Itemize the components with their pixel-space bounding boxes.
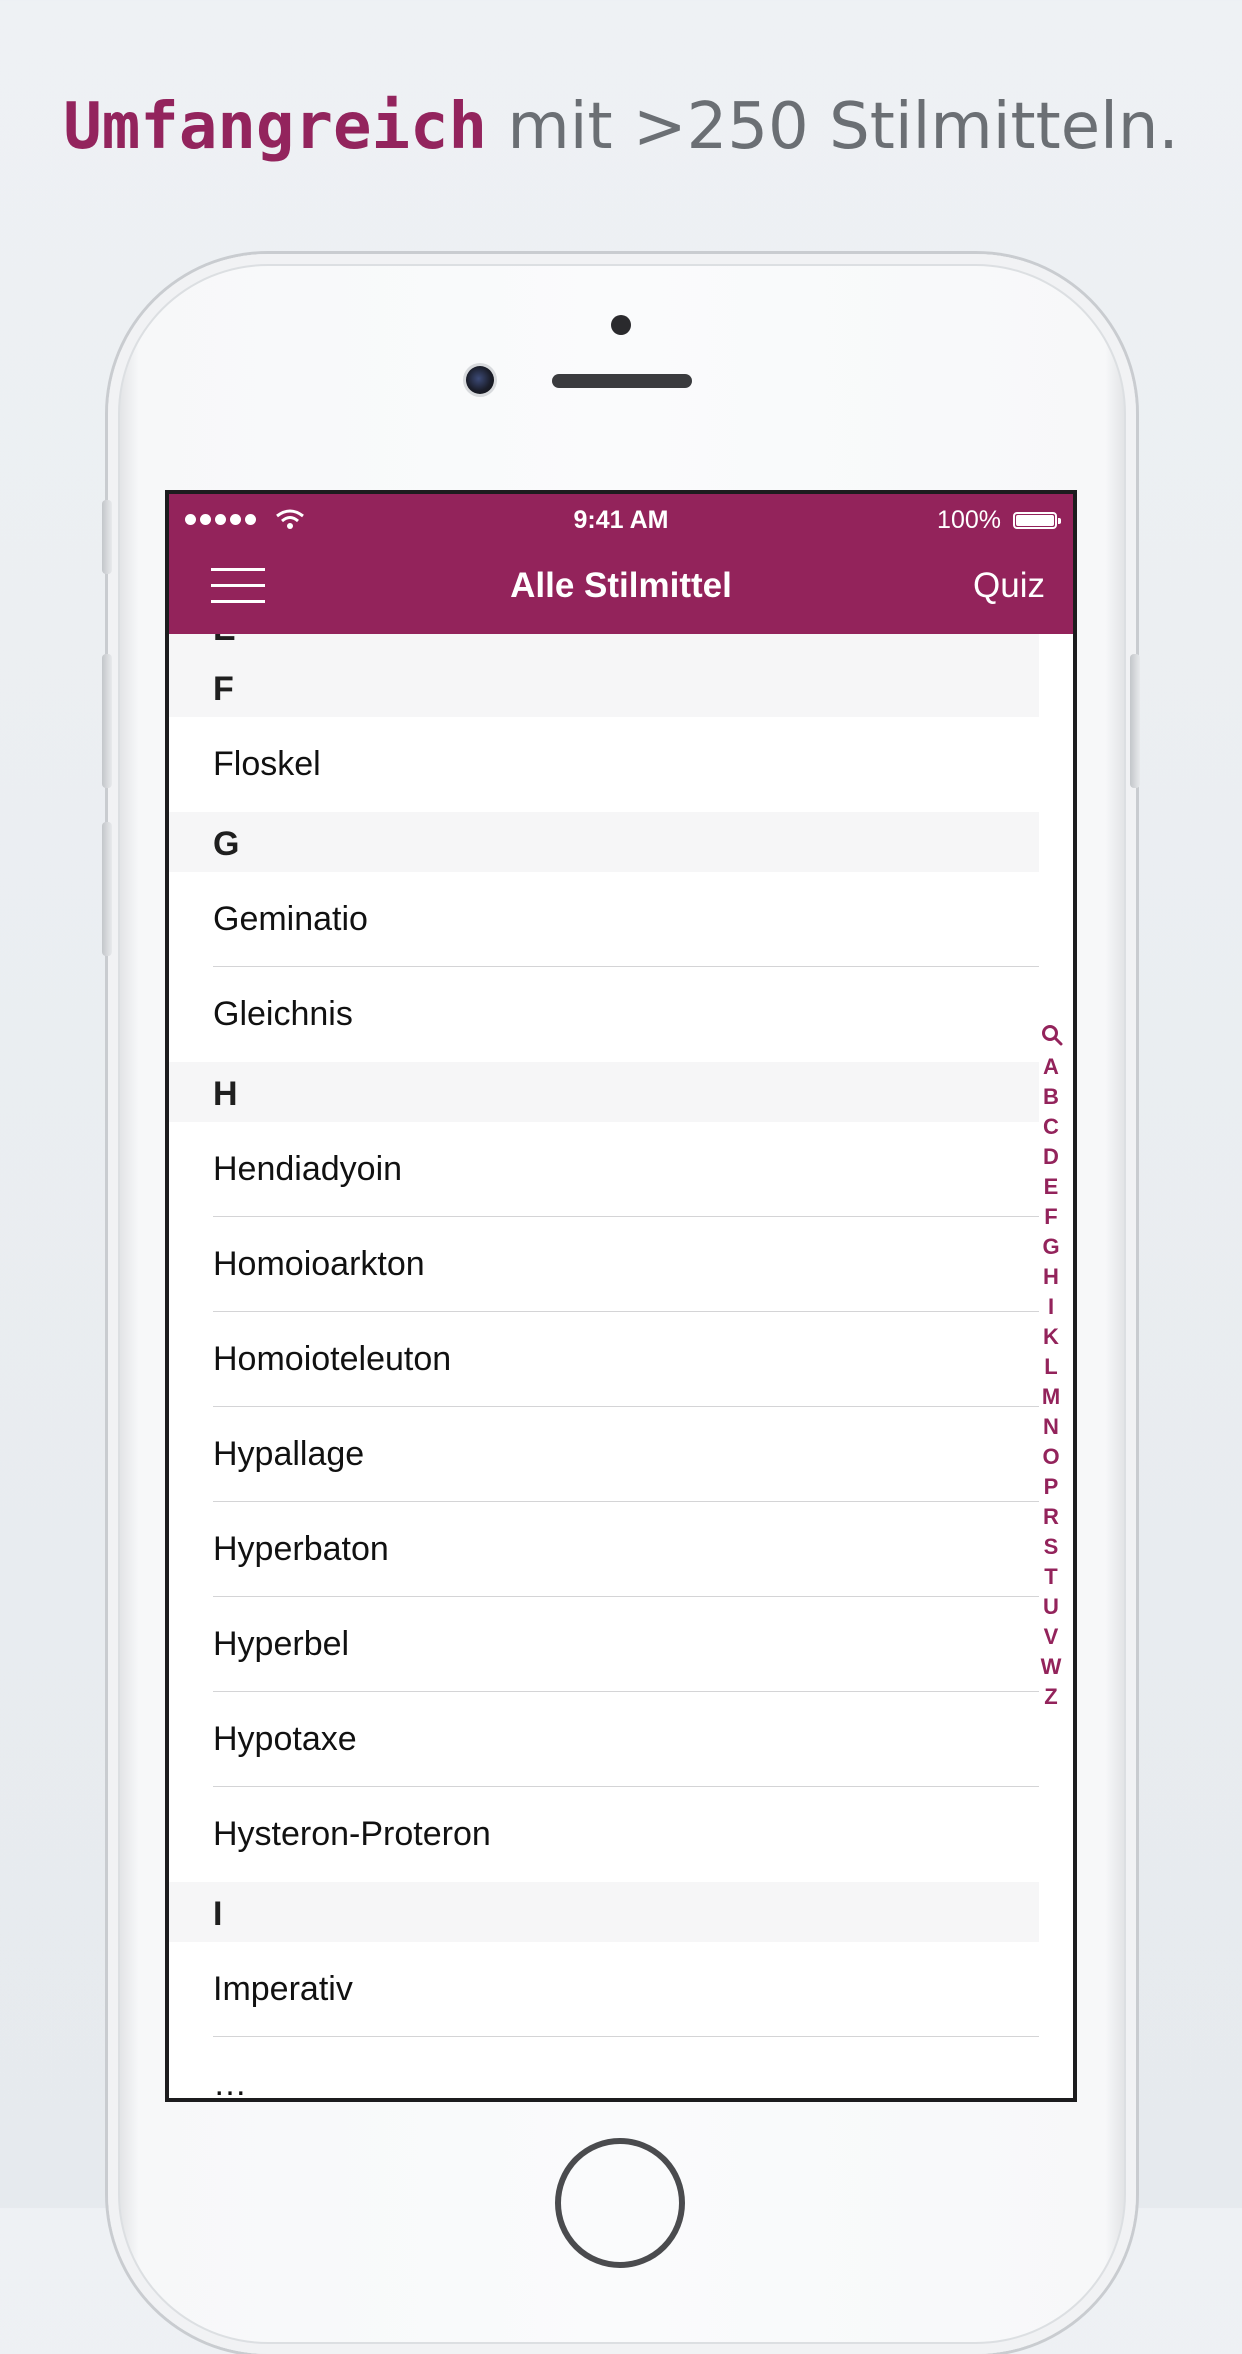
list-item[interactable]: Hendiadyoin [169,1122,1039,1217]
section-letter: E [213,634,236,649]
volume-up-button [102,654,112,788]
earpiece-speaker [552,374,692,388]
list-item-label: Floskel [213,745,321,783]
index-letter-f[interactable]: F [1031,1204,1071,1230]
index-letter-z[interactable]: Z [1031,1684,1071,1710]
stilmittel-list: E F Floskel G Geminatio Gleichnis H Hend… [169,634,1039,2102]
home-button[interactable] [555,2138,685,2268]
list-item-label: Hypallage [213,1435,365,1473]
index-letter-a[interactable]: A [1031,1054,1071,1080]
section-letter: H [213,1075,238,1113]
list-item[interactable]: Floskel [169,717,1039,812]
index-letter-k[interactable]: K [1031,1324,1071,1350]
list-item-label: Hysteron-Proteron [213,1815,491,1853]
promo-headline: Umfangreich mit >250 Stilmitteln. [0,86,1242,167]
list-item[interactable]: Imperativ [169,1942,1039,2037]
navigation-bar: Alle Stilmittel Quiz [169,544,1073,634]
index-letter-p[interactable]: P [1031,1474,1071,1500]
battery-icon [1013,512,1061,529]
front-camera-icon [466,366,494,394]
list-item[interactable]: Hysteron-Proteron [169,1787,1039,1882]
list-item-label: Gleichnis [213,995,353,1033]
section-header-g: G [169,812,1039,872]
section-header-f: F [169,657,1039,717]
mute-switch [102,500,112,574]
proximity-sensor [611,315,631,335]
index-letter-v[interactable]: V [1031,1624,1071,1650]
index-letter-e[interactable]: E [1031,1174,1071,1200]
list-item[interactable]: Hypallage [169,1407,1039,1502]
volume-down-button [102,822,112,956]
list-item-label: Homoioarkton [213,1245,425,1283]
battery-percentage: 100% [937,506,1001,534]
list-item[interactable]: Hypotaxe [169,1692,1039,1787]
index-letter-o[interactable]: O [1031,1444,1071,1470]
list-item[interactable]: Gleichnis [169,967,1039,1062]
section-header: E [169,634,1039,657]
section-header-h: H [169,1062,1039,1122]
index-letter-u[interactable]: U [1031,1594,1071,1620]
list-item-label: … [213,2065,247,2102]
list-item-label: Geminatio [213,900,368,938]
index-letter-i[interactable]: I [1031,1294,1071,1320]
index-letter-t[interactable]: T [1031,1564,1071,1590]
list-item[interactable]: Hyperbaton [169,1502,1039,1597]
list-item[interactable]: Homoioarkton [169,1217,1039,1312]
quiz-button[interactable]: Quiz [973,566,1045,606]
index-letter-r[interactable]: R [1031,1504,1071,1530]
section-letter: G [213,825,240,863]
power-button [1130,654,1140,788]
nav-title: Alle Stilmittel [510,566,732,605]
index-letter-d[interactable]: D [1031,1144,1071,1170]
index-letter-l[interactable]: L [1031,1354,1071,1380]
index-letter-g[interactable]: G [1031,1234,1071,1260]
list-item-label: Hendiadyoin [213,1150,403,1188]
section-header-i: I [169,1882,1039,1942]
index-letter-c[interactable]: C [1031,1114,1071,1140]
headline-bold: Umfangreich [63,90,488,164]
section-letter: F [213,670,234,708]
index-letter-m[interactable]: M [1031,1384,1071,1410]
list-item-label: Hyperbaton [213,1530,389,1568]
headline-rest: mit >250 Stilmitteln. [487,90,1179,164]
list-item-partial[interactable]: … [169,2037,1039,2102]
list-item-label: Homoioteleuton [213,1340,452,1378]
status-bar: 9:41 AM 100% [169,494,1073,544]
index-letter-b[interactable]: B [1031,1084,1071,1110]
section-letter: I [213,1895,223,1933]
index-letter-w[interactable]: W [1031,1654,1071,1680]
index-letter-n[interactable]: N [1031,1414,1071,1440]
list-item-label: Hyperbel [213,1625,350,1663]
list-item[interactable]: Hyperbel [169,1597,1039,1692]
index-letter-h[interactable]: H [1031,1264,1071,1290]
list-item[interactable]: Homoioteleuton [169,1312,1039,1407]
list-item-label: Imperativ [213,1970,353,2008]
search-icon[interactable] [1041,1024,1063,1046]
list-item[interactable]: Geminatio [169,872,1039,967]
list-item-label: Hypotaxe [213,1720,357,1758]
index-letter-s[interactable]: S [1031,1534,1071,1560]
app-screen: 9:41 AM 100% Alle Stilmittel Quiz E F Fl… [165,490,1077,2102]
